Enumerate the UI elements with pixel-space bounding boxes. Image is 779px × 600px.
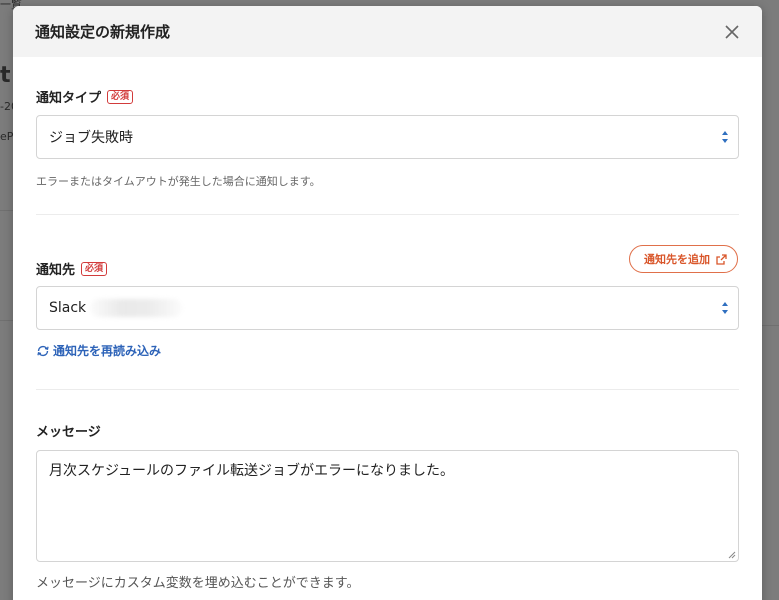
destination-value: Slack [49, 300, 87, 316]
destination-label: 通知先 [36, 263, 76, 278]
destination-select[interactable]: Slack [36, 286, 739, 330]
section-divider [36, 214, 739, 215]
select-arrows-icon [722, 302, 728, 314]
modal-header: 通知設定の新規作成 [13, 6, 762, 57]
message-text: 月次スケジュールのファイル転送ジョブがエラーになりました。 [49, 463, 455, 479]
notification-type-label-row: 通知タイプ 必須 [36, 87, 739, 106]
add-destination-button[interactable]: 通知先を追加 [629, 245, 738, 273]
required-badge: 必須 [107, 89, 134, 104]
background-divider [0, 210, 13, 211]
redacted-channel-name [90, 299, 183, 317]
background-text-fragment: eP [0, 130, 14, 143]
external-link-icon [716, 253, 727, 265]
message-label-row: メッセージ [36, 421, 739, 440]
notification-type-value: ジョブ失敗時 [49, 130, 133, 146]
background-title-fragment: t [0, 63, 11, 88]
reload-destinations-link[interactable]: 通知先を再読み込み [36, 342, 739, 359]
background-divider [0, 320, 13, 321]
notification-type-label: 通知タイプ [36, 91, 102, 106]
select-arrows-icon [722, 131, 728, 143]
message-textarea[interactable]: 月次スケジュールのファイル転送ジョブがエラーになりました。 [36, 450, 739, 562]
refresh-icon [37, 345, 49, 356]
notification-type-help: エラーまたはタイムアウトが発生した場合に通知します。 [36, 175, 321, 188]
reload-destinations-label: 通知先を再読み込み [53, 344, 162, 358]
destination-label-row: 通知先 必須 [36, 259, 108, 278]
section-divider [36, 389, 739, 390]
modal-body: 通知タイプ 必須 ジョブ失敗時 エラーまたはタイムアウトが発生した場合に通知しま… [13, 87, 762, 591]
required-badge: 必須 [81, 261, 108, 276]
modal-title: 通知設定の新規作成 [35, 23, 171, 41]
notification-type-select[interactable]: ジョブ失敗時 [36, 115, 739, 159]
notification-settings-modal: 通知設定の新規作成 通知タイプ 必須 ジョブ失敗時 エラーまたはタイムアウトが発… [13, 6, 762, 600]
message-label: メッセージ [36, 425, 101, 440]
message-help: メッセージにカスタム変数を埋め込むことができます。 [36, 576, 360, 591]
add-destination-label: 通知先を追加 [644, 253, 710, 266]
close-button[interactable] [720, 20, 744, 44]
background-divider [762, 325, 779, 326]
resize-handle-icon[interactable] [727, 550, 736, 559]
close-icon [725, 24, 739, 39]
